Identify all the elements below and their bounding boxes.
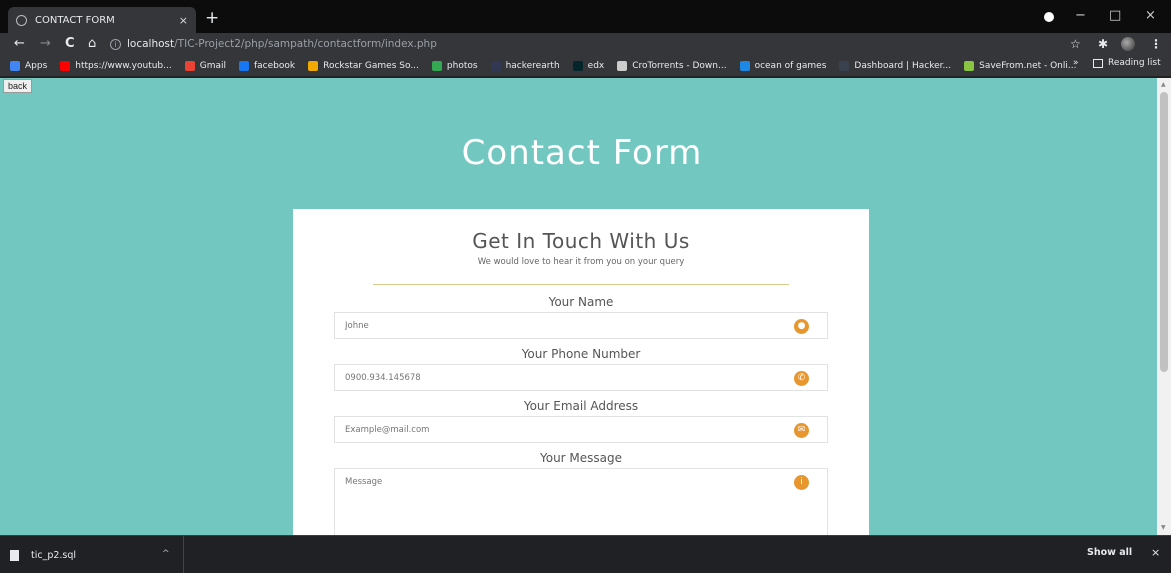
back-arrow-icon[interactable]: ←: [14, 35, 25, 53]
minimize-button[interactable]: −: [1075, 8, 1086, 24]
card-subtitle: We would love to hear it from you on you…: [477, 257, 685, 267]
info-icon: i: [794, 475, 809, 490]
bookmark-item[interactable]: hackerearth: [490, 60, 560, 71]
tab-strip: CONTACT FORM × + − □ ×: [0, 0, 1171, 33]
divider: [373, 284, 789, 285]
bookmark-favicon-icon: [617, 60, 628, 71]
bookmark-label: facebook: [254, 60, 296, 71]
bookmark-item[interactable]: Apps: [10, 60, 48, 71]
bookmark-item[interactable]: ocean of games: [739, 60, 827, 71]
message-textarea[interactable]: [335, 469, 775, 535]
close-downloads-icon[interactable]: ×: [1151, 546, 1160, 559]
download-filename: tic_p2.sql: [31, 549, 77, 561]
globe-icon: [16, 14, 27, 26]
browser-toolbar: ← → C ⌂ i localhost /TIC-Project2/php/sa…: [0, 33, 1171, 55]
show-all-button[interactable]: Show all: [1087, 547, 1132, 558]
card-title: Get In Touch With Us: [472, 229, 690, 253]
name-input[interactable]: [335, 313, 775, 339]
phone-input[interactable]: [335, 365, 775, 391]
address-bar[interactable]: i localhost /TIC-Project2/php/sampath/co…: [110, 35, 1060, 53]
email-field[interactable]: ✉: [334, 416, 828, 443]
bookmark-item[interactable]: CroTorrents - Down...: [617, 60, 727, 71]
bookmark-label: SaveFrom.net - Onli...: [979, 60, 1077, 71]
page-scrollbar[interactable]: ▲ ▼: [1157, 78, 1171, 535]
bookmark-item[interactable]: Gmail: [184, 60, 226, 71]
bookmark-label: edx: [587, 60, 605, 71]
bookmark-item[interactable]: SaveFrom.net - Onli...: [964, 60, 1077, 71]
name-field[interactable]: ●: [334, 312, 828, 339]
bookmark-favicon-icon: [490, 60, 501, 71]
bookmark-item[interactable]: photos: [431, 60, 478, 71]
downloads-bar: tic_p2.sql ^ Show all ×: [0, 535, 1171, 573]
bookmark-favicon-icon: [10, 60, 20, 71]
message-field[interactable]: i: [334, 468, 828, 535]
url-host: localhost: [127, 38, 175, 50]
bookmark-star-icon[interactable]: ☆: [1070, 36, 1081, 52]
bookmark-favicon-icon: [739, 60, 750, 71]
new-tab-button[interactable]: +: [205, 8, 219, 28]
browser-tab[interactable]: CONTACT FORM ×: [8, 7, 196, 33]
scroll-down-arrow-icon[interactable]: ▼: [1161, 524, 1166, 531]
more-bookmarks-button[interactable]: »: [1073, 58, 1079, 68]
bookmark-item[interactable]: Dashboard | Hacker...: [839, 60, 952, 71]
download-item[interactable]: tic_p2.sql ^: [0, 536, 184, 573]
phone-icon: ✆: [794, 371, 809, 386]
bookmark-item[interactable]: https://www.youtub...: [60, 60, 172, 71]
reload-icon[interactable]: C: [65, 35, 75, 53]
browser-menu-icon[interactable]: ⋮: [1150, 36, 1162, 52]
site-info-icon[interactable]: i: [110, 38, 121, 50]
file-icon: [10, 549, 19, 561]
bookmark-favicon-icon: [431, 60, 442, 71]
phone-field[interactable]: ✆: [334, 364, 828, 391]
url-path: /TIC-Project2/php/sampath/contactform/in…: [174, 38, 437, 50]
bookmark-item[interactable]: facebook: [239, 60, 296, 71]
scroll-up-arrow-icon[interactable]: ▲: [1161, 81, 1166, 88]
tab-close-icon[interactable]: ×: [179, 14, 188, 27]
bookmark-item[interactable]: edx: [572, 60, 605, 71]
maximize-button[interactable]: □: [1109, 8, 1121, 24]
bookmark-label: Dashboard | Hacker...: [854, 60, 952, 71]
email-input[interactable]: [335, 417, 775, 443]
home-icon[interactable]: ⌂: [88, 35, 96, 53]
reading-list-icon: [1093, 58, 1103, 68]
page-title: Contact Form: [461, 133, 703, 173]
bookmark-item[interactable]: Rockstar Games So...: [308, 60, 419, 71]
bookmark-label: photos: [446, 60, 478, 71]
bookmark-favicon-icon: [239, 60, 249, 71]
bookmarks-bar: Apps https://www.youtub... Gmail facebook Ro…: [0, 55, 1171, 77]
reading-list-label: Reading list: [1108, 58, 1161, 68]
back-button[interactable]: back: [3, 79, 33, 93]
bookmark-label: https://www.youtub...: [75, 60, 172, 71]
record-indicator-icon[interactable]: [1044, 12, 1054, 22]
tab-title: CONTACT FORM: [35, 14, 115, 26]
profile-avatar[interactable]: [1121, 37, 1135, 51]
reading-list-button[interactable]: Reading list: [1093, 58, 1161, 68]
bookmark-favicon-icon: [964, 60, 975, 71]
bookmark-favicon-icon: [839, 60, 850, 71]
bookmark-favicon-icon: [308, 60, 319, 71]
scrollbar-thumb[interactable]: [1160, 92, 1168, 372]
name-label: Your Name: [548, 295, 614, 309]
bookmark-label: CroTorrents - Down...: [632, 60, 727, 71]
bookmark-favicon-icon: [184, 60, 195, 71]
bookmark-label: Rockstar Games So...: [323, 60, 419, 71]
bookmark-label: Gmail: [199, 60, 226, 71]
email-label: Your Email Address: [523, 399, 639, 413]
user-icon: ●: [794, 319, 809, 334]
extensions-icon[interactable]: ✱: [1098, 36, 1108, 52]
chevron-up-icon[interactable]: ^: [162, 549, 170, 559]
bookmark-favicon-icon: [572, 60, 583, 71]
bookmark-favicon-icon: [60, 60, 71, 71]
message-label: Your Message: [539, 451, 623, 465]
contact-form-card: Get In Touch With Us We would love to he…: [293, 209, 869, 535]
bookmark-label: hackerearth: [505, 60, 560, 71]
window-close-button[interactable]: ×: [1145, 8, 1156, 24]
forward-arrow-icon[interactable]: →: [40, 35, 51, 53]
mail-icon: ✉: [794, 423, 809, 438]
bookmark-label: Apps: [25, 60, 48, 71]
page-viewport: back Contact Form Get In Touch With Us W…: [0, 78, 1157, 535]
phone-label: Your Phone Number: [521, 347, 641, 361]
bookmark-label: ocean of games: [754, 60, 827, 71]
